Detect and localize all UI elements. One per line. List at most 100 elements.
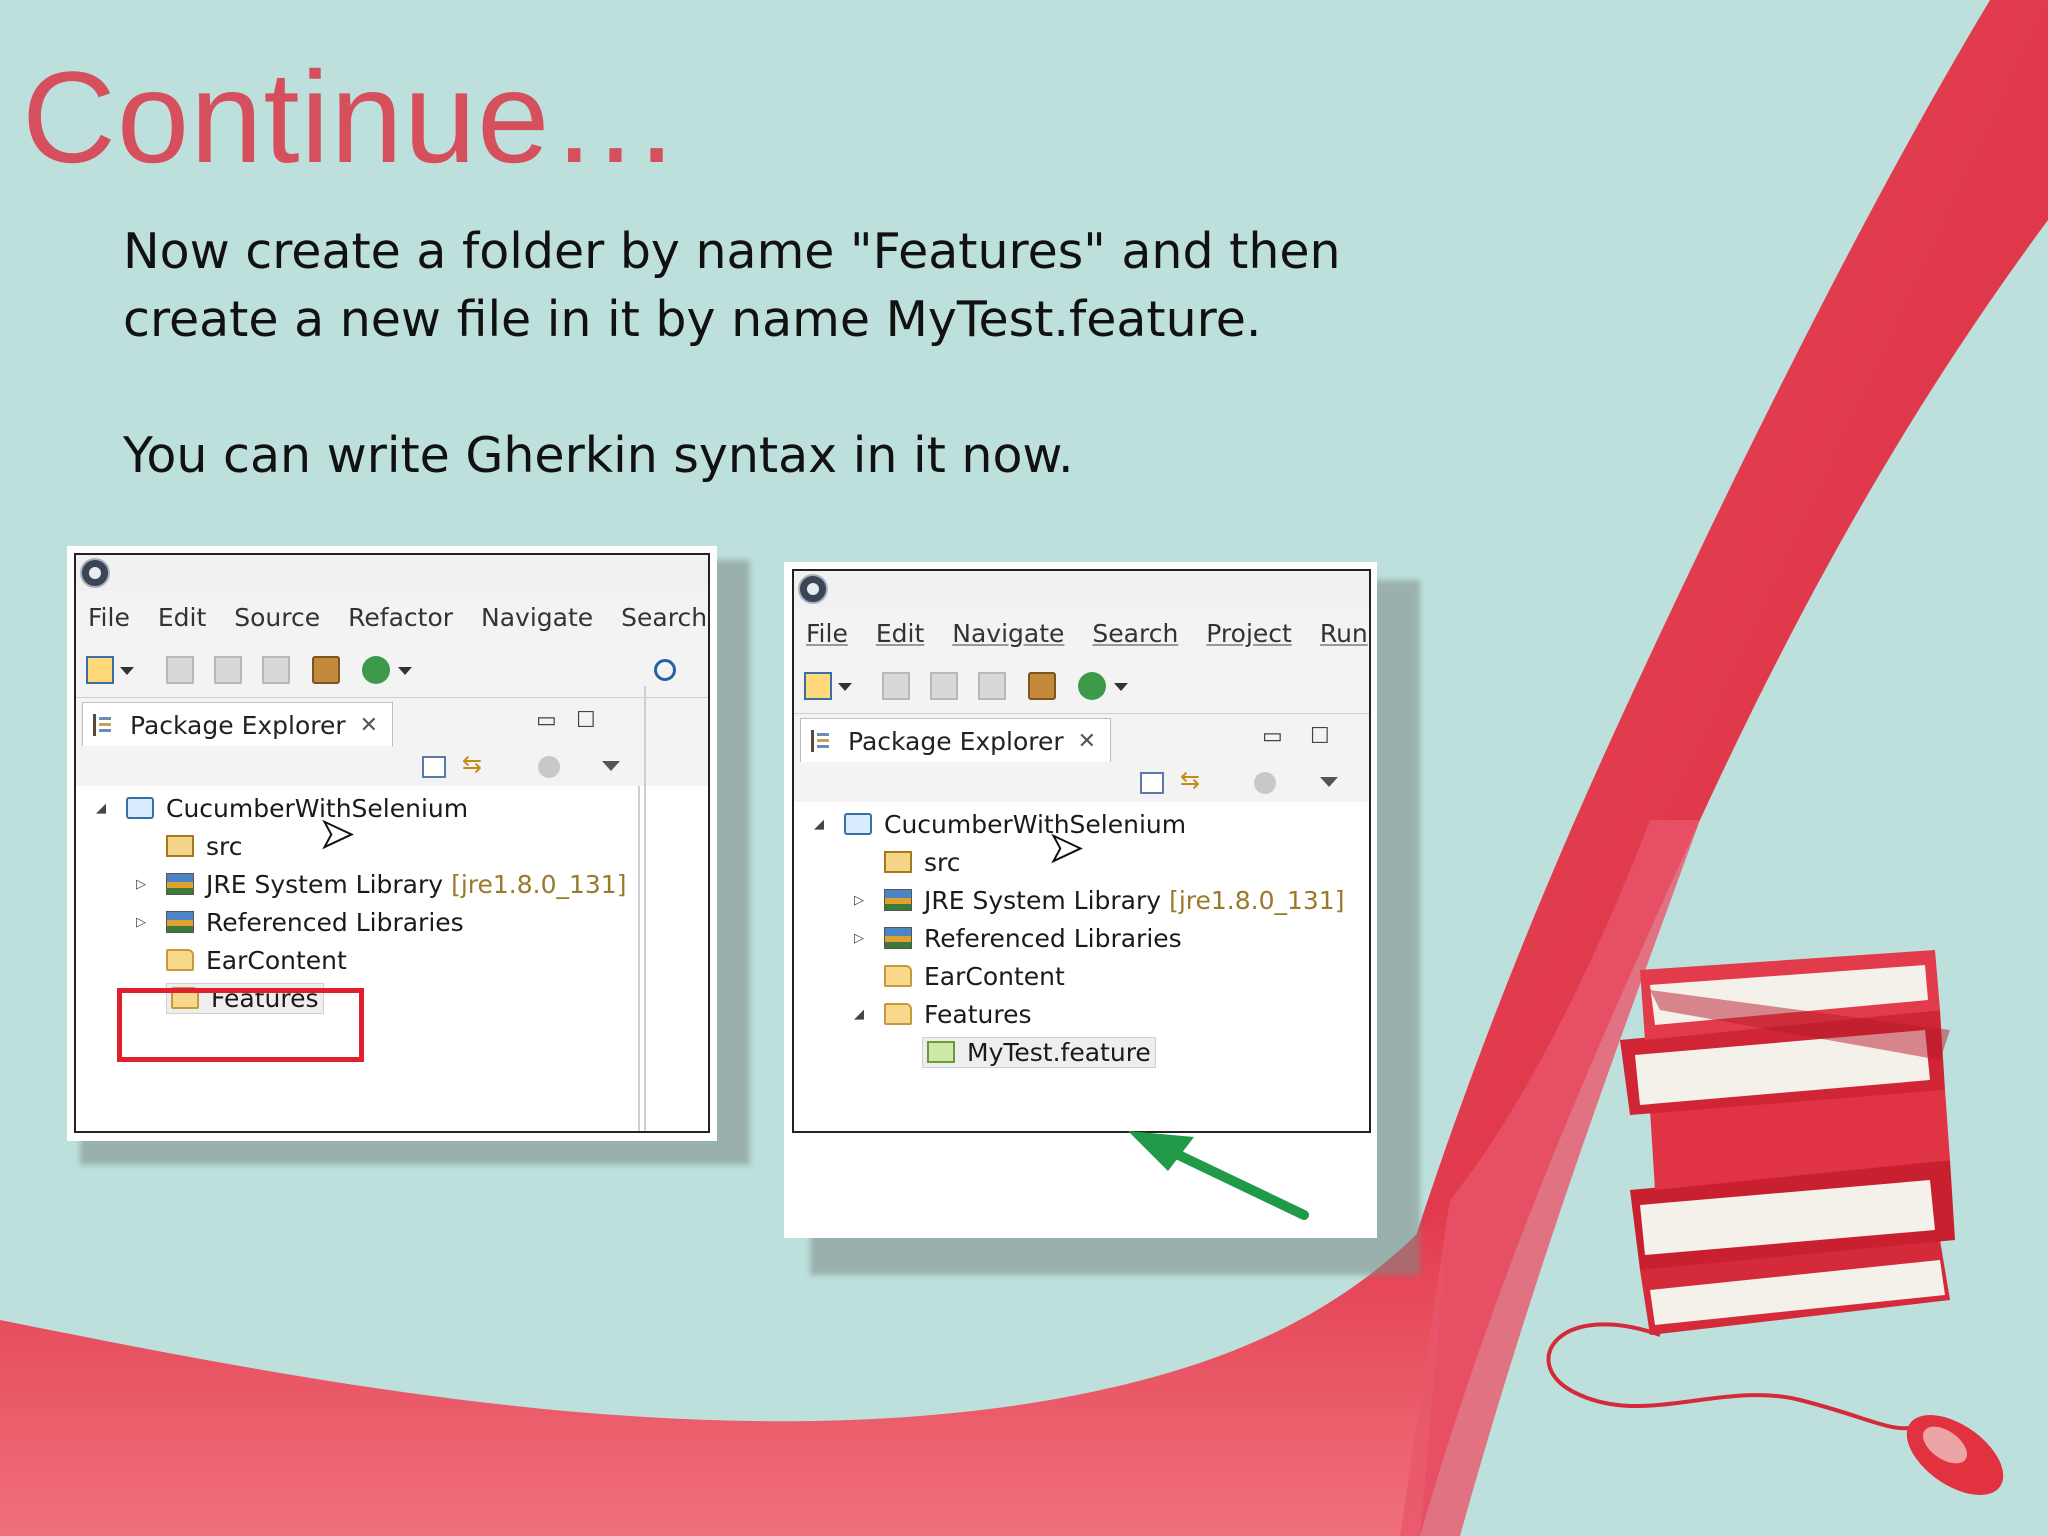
new-package-icon[interactable] (312, 656, 340, 684)
tab-package-explorer[interactable]: Package Explorer ✕ (82, 702, 394, 747)
menu-file[interactable]: File (88, 603, 130, 632)
tree-item-src[interactable]: src (884, 844, 961, 880)
library-icon (884, 927, 912, 949)
editor-divider (644, 686, 646, 1131)
tab-label: Package Explorer (848, 726, 1064, 756)
save-icon[interactable] (166, 656, 194, 684)
maximize-icon[interactable]: ☐ (1310, 724, 1330, 749)
eclipse-icon (80, 558, 110, 588)
collapsed-triangle-icon[interactable]: ▷ (852, 893, 866, 908)
slide-title: Continue… (22, 44, 682, 190)
collapsed-triangle-icon[interactable]: ▷ (134, 877, 148, 892)
tree-item-earcontent[interactable]: EarContent (166, 942, 347, 978)
tree-item-jre[interactable]: ▷ JRE System Library [jre1.8.0_131] (134, 866, 626, 902)
library-icon (884, 889, 912, 911)
green-arrow-icon (1128, 1131, 1309, 1220)
link-editor-icon[interactable]: ⇆ (1180, 766, 1204, 794)
view-tab-row: Package Explorer ✕ ▭ ☐ (794, 713, 1369, 763)
tab-package-explorer[interactable]: Package Explorer ✕ (800, 718, 1112, 763)
tab-label: Package Explorer (130, 710, 346, 740)
tree-item-earcontent[interactable]: EarContent (884, 958, 1065, 994)
menu-navigate[interactable]: Navigate (952, 619, 1064, 648)
project-icon (126, 797, 154, 819)
expanded-triangle-icon[interactable]: ◢ (94, 801, 108, 816)
close-icon[interactable]: ✕ (1078, 729, 1096, 754)
filter-icon[interactable] (538, 756, 560, 778)
tree-item-referenced-libraries[interactable]: ▷ Referenced Libraries (134, 904, 464, 940)
view-menu-icon[interactable] (602, 761, 620, 771)
menu-project[interactable]: Project (1206, 619, 1292, 648)
book-stack-illustration (1620, 950, 1955, 1335)
expanded-triangle-icon[interactable]: ◢ (812, 817, 826, 832)
chevron-down-icon[interactable] (120, 667, 134, 675)
tree-item-referenced-libraries[interactable]: ▷ Referenced Libraries (852, 920, 1182, 956)
tree-item-jre[interactable]: ▷ JRE System Library [jre1.8.0_131] (852, 882, 1344, 918)
tree-item-project[interactable]: ◢ CucumberWithSelenium (812, 806, 1186, 842)
chevron-down-icon[interactable] (1114, 683, 1128, 691)
filter-icon[interactable] (1254, 772, 1276, 794)
title-bar (76, 555, 708, 591)
save-icon[interactable] (882, 672, 910, 700)
menu-source[interactable]: Source (234, 603, 320, 632)
menu-bar: File Edit Source Refactor Navigate Searc… (76, 591, 708, 643)
project-icon (844, 813, 872, 835)
new-package-icon[interactable] (1028, 672, 1056, 700)
highlight-box (117, 988, 364, 1062)
run-icon[interactable] (1078, 672, 1106, 700)
menu-file[interactable]: File (806, 619, 848, 648)
instruction-line-2: create a new file in it by name MyTest.f… (123, 291, 1262, 348)
tree-item-src[interactable]: src (166, 828, 243, 864)
collapse-all-icon[interactable] (1140, 772, 1164, 794)
open-folder-icon (884, 1003, 912, 1025)
tree-item-features[interactable]: ◢ Features (852, 996, 1032, 1032)
print-icon[interactable] (978, 672, 1006, 700)
save-all-icon[interactable] (930, 672, 958, 700)
source-folder-icon (166, 835, 194, 857)
save-all-icon[interactable] (214, 656, 242, 684)
scrollbar[interactable] (638, 786, 640, 1131)
view-toolbar: ⇆ (794, 762, 1369, 802)
folder-icon (884, 965, 912, 987)
link-editor-icon[interactable]: ⇆ (462, 750, 486, 778)
chevron-down-icon[interactable] (398, 667, 412, 675)
menu-bar: File Edit Navigate Search Project Run (794, 607, 1369, 659)
feature-file-icon (927, 1041, 955, 1063)
mouse-pointer-icon: ➤ (319, 811, 354, 857)
package-tree: ◢ CucumberWithSelenium src ▷ JRE System … (76, 686, 708, 1131)
minimize-icon[interactable]: ▭ (1262, 724, 1283, 749)
left-screenshot: File Edit Source Refactor Navigate Searc… (67, 546, 717, 1141)
toolbar (76, 643, 708, 697)
menu-edit[interactable]: Edit (876, 619, 924, 648)
chevron-down-icon[interactable] (838, 683, 852, 691)
tree-item-project[interactable]: ◢ CucumberWithSelenium (94, 790, 468, 826)
menu-refactor[interactable]: Refactor (348, 603, 453, 632)
pin-icon[interactable] (654, 659, 676, 681)
source-folder-icon (884, 851, 912, 873)
menu-search[interactable]: Search (621, 603, 707, 632)
library-icon (166, 873, 194, 895)
mouse-pointer-icon: ➤ (1048, 825, 1083, 871)
minimize-icon[interactable]: ▭ (536, 708, 557, 733)
print-icon[interactable] (262, 656, 290, 684)
instruction-line-3: You can write Gherkin syntax in it now. (123, 427, 1074, 484)
new-wizard-icon[interactable] (86, 656, 114, 684)
folder-icon (166, 949, 194, 971)
menu-search[interactable]: Search (1092, 619, 1178, 648)
package-explorer-icon (811, 730, 832, 752)
view-toolbar: ⇆ (76, 746, 708, 786)
instruction-line-1: Now create a folder by name "Features" a… (123, 223, 1341, 280)
title-bar (794, 571, 1369, 607)
collapse-all-icon[interactable] (422, 756, 446, 778)
close-icon[interactable]: ✕ (360, 713, 378, 738)
menu-navigate[interactable]: Navigate (481, 603, 593, 632)
new-wizard-icon[interactable] (804, 672, 832, 700)
menu-run[interactable]: Run (1320, 619, 1368, 648)
collapsed-triangle-icon[interactable]: ▷ (852, 931, 866, 946)
tree-item-mytest-feature[interactable]: MyTest.feature (922, 1034, 1156, 1070)
expanded-triangle-icon[interactable]: ◢ (852, 1007, 866, 1022)
collapsed-triangle-icon[interactable]: ▷ (134, 915, 148, 930)
view-menu-icon[interactable] (1320, 777, 1338, 787)
menu-edit[interactable]: Edit (158, 603, 206, 632)
run-icon[interactable] (362, 656, 390, 684)
maximize-icon[interactable]: ☐ (576, 708, 596, 733)
